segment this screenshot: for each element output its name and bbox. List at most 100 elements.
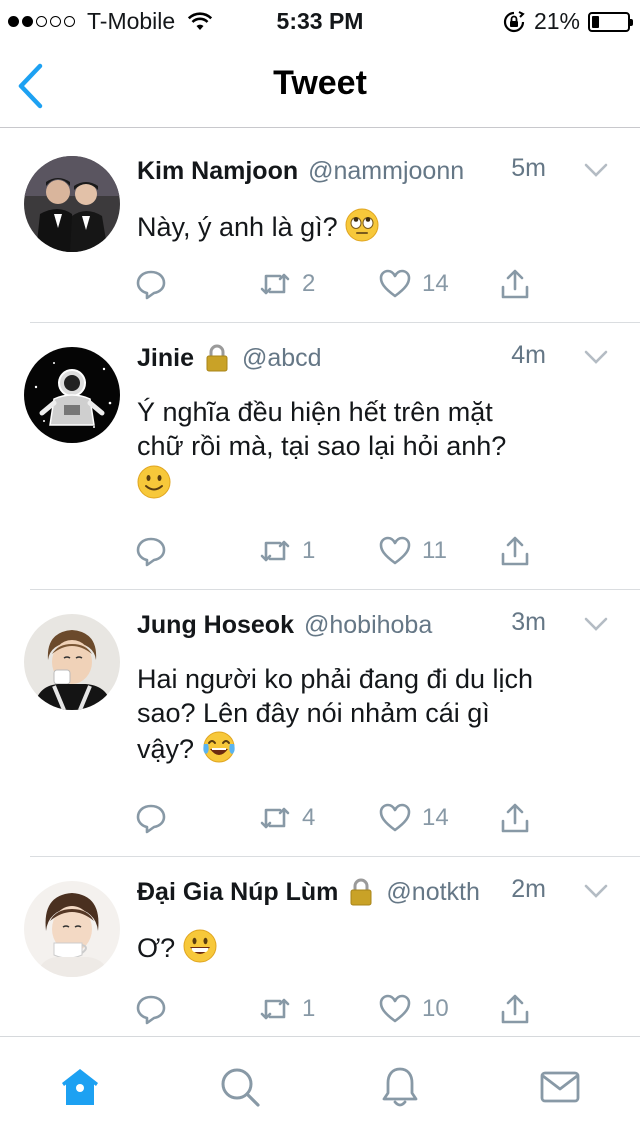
display-name[interactable]: Jinie bbox=[137, 344, 194, 373]
navigation-bar: Tweet bbox=[0, 40, 640, 128]
battery-icon bbox=[588, 11, 633, 32]
tweet-text: Này, ý anh là gì? bbox=[137, 208, 616, 244]
battery-percent: 21% bbox=[533, 8, 580, 34]
share-icon bbox=[501, 803, 529, 833]
retweet-icon bbox=[260, 807, 290, 829]
tweet-text: Hai người ko phải đang đi du lịch sao? L… bbox=[137, 662, 616, 766]
tweet-actions: 1 11 bbox=[0, 534, 640, 574]
share-icon bbox=[501, 994, 529, 1024]
like-button[interactable]: 10 bbox=[378, 992, 449, 1026]
tab-search[interactable] bbox=[218, 1065, 262, 1109]
grinning-face-emoji-icon bbox=[183, 929, 217, 963]
retweet-icon bbox=[260, 540, 290, 562]
status-right: 21% bbox=[502, 8, 633, 35]
tweet-item[interactable]: Đại Gia Núp Lùm @notkth 2m Ơ? 1 10 bbox=[0, 857, 640, 1037]
like-count: 14 bbox=[422, 270, 449, 297]
reply-button[interactable] bbox=[134, 267, 178, 301]
notifications-bell-icon bbox=[382, 1067, 418, 1107]
reply-button[interactable] bbox=[134, 801, 178, 835]
timestamp: 3m bbox=[511, 608, 546, 636]
user-handle[interactable]: @nammjoonn bbox=[308, 157, 464, 186]
tweet-item[interactable]: Kim Namjoon @nammjoonn 5m Này, ý anh là … bbox=[0, 136, 640, 323]
tweet-text-line: vậy? bbox=[137, 734, 195, 764]
tweet-header: Đại Gia Núp Lùm @notkth 2m bbox=[137, 875, 610, 909]
tears-of-joy-face-emoji-icon bbox=[202, 731, 235, 763]
retweet-count: 2 bbox=[302, 270, 316, 297]
retweet-count: 4 bbox=[302, 804, 316, 831]
heart-icon bbox=[379, 536, 411, 565]
messages-envelope-icon bbox=[540, 1071, 580, 1103]
tweet-actions: 4 14 bbox=[0, 801, 640, 841]
user-handle[interactable]: @hobihoba bbox=[304, 611, 432, 640]
timestamp: 2m bbox=[511, 875, 546, 903]
retweet-count: 1 bbox=[302, 995, 316, 1022]
status-bar: T-Mobile 5:33 PM 21% bbox=[0, 0, 640, 40]
retweet-icon bbox=[260, 273, 290, 295]
avatar[interactable] bbox=[24, 156, 120, 252]
retweet-button[interactable]: 4 bbox=[258, 801, 315, 835]
like-count: 14 bbox=[422, 804, 449, 831]
reply-icon bbox=[136, 270, 166, 300]
chevron-down-icon[interactable] bbox=[582, 610, 610, 638]
tweet-text-line: Ý nghĩa đều hiện hết trên mặt bbox=[137, 397, 493, 427]
retweet-button[interactable]: 1 bbox=[258, 992, 315, 1026]
avatar[interactable] bbox=[24, 347, 120, 443]
like-button[interactable]: 14 bbox=[378, 801, 449, 835]
tweet-header: Kim Namjoon @nammjoonn 5m bbox=[137, 154, 610, 188]
share-icon bbox=[501, 536, 529, 566]
tweet-actions: 2 14 bbox=[0, 267, 640, 307]
lock-icon bbox=[206, 344, 228, 372]
share-button[interactable] bbox=[498, 801, 532, 835]
tweet-item[interactable]: Jinie @abcd 4m Ý nghĩa đều hiện hết trên… bbox=[0, 323, 640, 590]
share-button[interactable] bbox=[498, 992, 532, 1026]
rotation-lock-icon bbox=[503, 10, 525, 32]
tab-home[interactable] bbox=[58, 1065, 102, 1109]
eye-roll-face-emoji-icon bbox=[345, 208, 379, 242]
tweet-text-line: chữ rồi mà, tại sao lại hỏi anh? bbox=[137, 431, 507, 461]
tab-messages[interactable] bbox=[538, 1065, 582, 1109]
chevron-down-icon[interactable] bbox=[582, 156, 610, 184]
slight-smile-face-emoji-icon bbox=[137, 465, 171, 499]
tweet-text-line: Ơ? bbox=[137, 933, 176, 963]
tweet-text: Ý nghĩa đều hiện hết trên mặt chữ rồi mà… bbox=[137, 395, 616, 501]
tweet-actions: 1 10 bbox=[0, 992, 640, 1032]
avatar[interactable] bbox=[24, 881, 120, 977]
display-name[interactable]: Đại Gia Núp Lùm bbox=[137, 878, 338, 907]
tweet-text-line: Này, ý anh là gì? bbox=[137, 212, 338, 242]
timestamp: 4m bbox=[511, 341, 546, 369]
reply-icon bbox=[136, 804, 166, 834]
tweet-text-line: Hai người ko phải đang đi du lịch bbox=[137, 664, 534, 694]
search-icon bbox=[221, 1068, 260, 1107]
tweet-item[interactable]: Jung Hoseok @hobihoba 3m Hai người ko ph… bbox=[0, 590, 640, 857]
display-name[interactable]: Kim Namjoon bbox=[137, 157, 298, 186]
share-button[interactable] bbox=[498, 534, 532, 568]
user-handle[interactable]: @notkth bbox=[386, 878, 479, 907]
reply-button[interactable] bbox=[134, 992, 178, 1026]
chevron-down-icon[interactable] bbox=[582, 343, 610, 371]
like-count: 11 bbox=[422, 537, 447, 564]
timestamp: 5m bbox=[511, 154, 546, 182]
display-name[interactable]: Jung Hoseok bbox=[137, 611, 294, 640]
heart-icon bbox=[379, 994, 411, 1023]
share-button[interactable] bbox=[498, 267, 532, 301]
heart-icon bbox=[379, 803, 411, 832]
avatar[interactable] bbox=[24, 614, 120, 710]
home-icon bbox=[62, 1069, 98, 1105]
page-title: Tweet bbox=[273, 64, 367, 102]
tweet-text: Ơ? bbox=[137, 929, 616, 965]
like-button[interactable]: 11 bbox=[378, 534, 447, 568]
tab-notifications[interactable] bbox=[378, 1065, 422, 1109]
like-button[interactable]: 14 bbox=[378, 267, 449, 301]
retweet-button[interactable]: 1 bbox=[258, 534, 315, 568]
like-count: 10 bbox=[422, 995, 449, 1022]
reply-icon bbox=[136, 537, 166, 567]
retweet-button[interactable]: 2 bbox=[258, 267, 315, 301]
retweet-icon bbox=[260, 998, 290, 1020]
chevron-down-icon[interactable] bbox=[582, 877, 610, 905]
tweet-header: Jinie @abcd 4m bbox=[137, 341, 610, 375]
lock-icon bbox=[350, 878, 372, 906]
user-handle[interactable]: @abcd bbox=[242, 344, 322, 373]
tweet-header: Jung Hoseok @hobihoba 3m bbox=[137, 608, 610, 642]
reply-button[interactable] bbox=[134, 534, 178, 568]
heart-icon bbox=[379, 269, 411, 298]
